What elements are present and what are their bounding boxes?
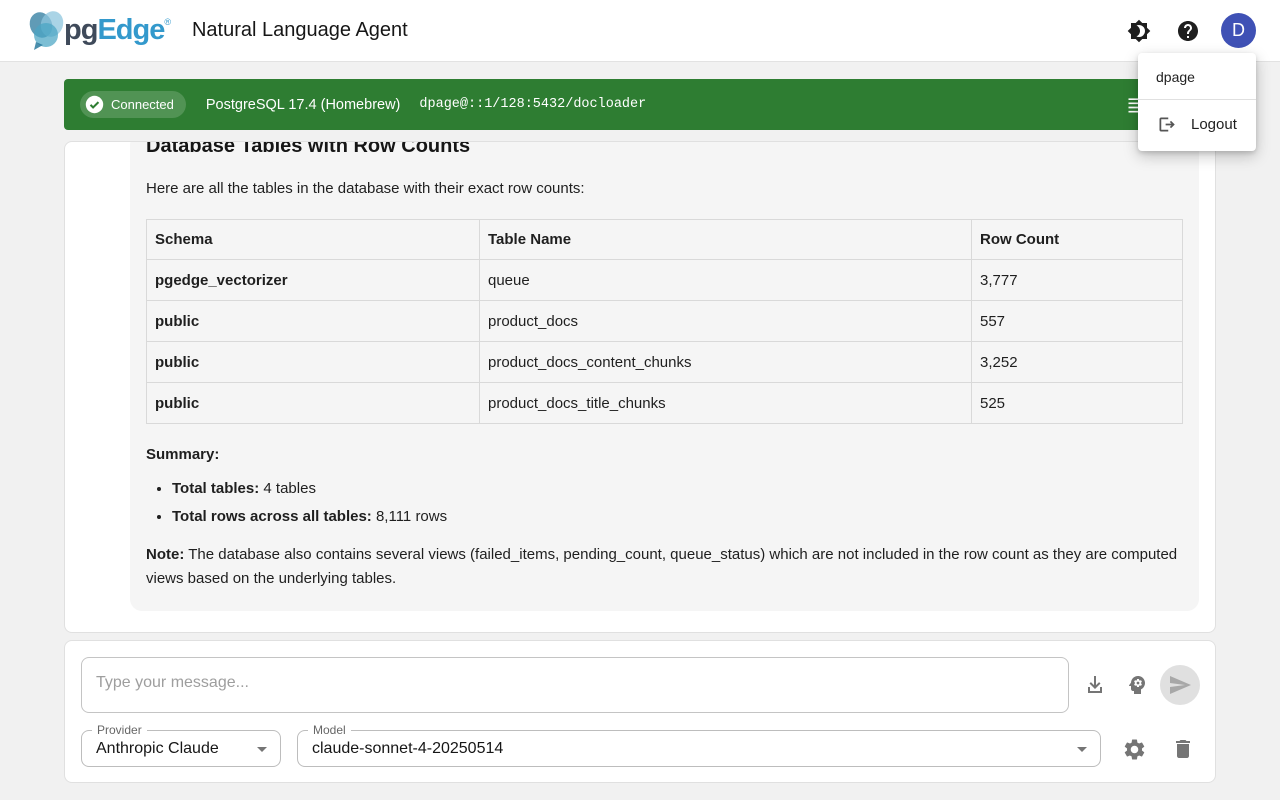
pgedge-wordmark: pgEdge®	[64, 14, 170, 47]
db-tables-table: Schema Table Name Row Count pgedge_vecto…	[146, 219, 1183, 424]
menu-item-username: dpage	[1138, 61, 1256, 93]
cell-row-count: 525	[972, 383, 1183, 424]
connected-badge: Connected	[80, 91, 186, 118]
cell-row-count: 557	[972, 301, 1183, 342]
model-select-label: Model	[308, 723, 351, 737]
model-select[interactable]: Model claude-sonnet-4-20250514	[297, 730, 1101, 767]
cell-schema: public	[147, 383, 480, 424]
download-chat-button[interactable]	[1079, 669, 1111, 701]
chevron-down-icon	[250, 737, 274, 761]
thinking-toggle-button[interactable]	[1121, 669, 1153, 701]
check-circle-icon	[85, 95, 104, 114]
server-version: PostgreSQL 17.4 (Homebrew)	[206, 97, 401, 113]
message-input[interactable]	[81, 657, 1069, 713]
summary-heading: Summary:	[146, 446, 1183, 463]
table-row: public product_docs_content_chunks 3,252	[147, 342, 1183, 383]
menu-divider	[1138, 99, 1256, 100]
cell-schema: public	[147, 342, 480, 383]
list-item: Total rows across all tables: 8,111 rows	[172, 503, 1183, 531]
model-select-value: claude-sonnet-4-20250514	[312, 740, 503, 758]
cell-schema: public	[147, 301, 480, 342]
app-header: pgEdge® Natural Language Agent D	[0, 0, 1280, 62]
assistant-message: Database Tables with Row Counts Here are…	[130, 141, 1199, 611]
settings-button[interactable]	[1118, 733, 1150, 765]
provider-select-value: Anthropic Claude	[96, 740, 219, 758]
cell-table-name: product_docs_title_chunks	[480, 383, 972, 424]
page-title: Natural Language Agent	[192, 19, 408, 42]
help-icon	[1176, 19, 1200, 43]
psychology-icon	[1125, 673, 1149, 697]
cell-table-name: product_docs_content_chunks	[480, 342, 972, 383]
column-header-table-name: Table Name	[480, 220, 972, 260]
trash-icon	[1171, 737, 1195, 761]
list-item: Total tables: 4 tables	[172, 475, 1183, 503]
chevron-down-icon	[1070, 737, 1094, 761]
help-button[interactable]	[1170, 13, 1206, 49]
summary-list: Total tables: 4 tables Total rows across…	[146, 475, 1183, 531]
send-icon	[1168, 673, 1192, 697]
connected-label: Connected	[111, 97, 174, 112]
cell-row-count: 3,777	[972, 260, 1183, 301]
brightness-icon	[1127, 19, 1151, 43]
message-note: Note: The database also contains several…	[146, 543, 1183, 591]
user-menu: dpage Logout	[1138, 53, 1256, 151]
theme-toggle-button[interactable]	[1121, 13, 1157, 49]
gear-icon	[1122, 737, 1147, 762]
message-intro: Here are all the tables in the database …	[146, 177, 1183, 201]
column-header-schema: Schema	[147, 220, 480, 260]
table-row: public product_docs 557	[147, 301, 1183, 342]
clear-chat-button[interactable]	[1167, 733, 1199, 765]
connection-status-bar: Connected PostgreSQL 17.4 (Homebrew) dpa…	[64, 79, 1216, 130]
cell-row-count: 3,252	[972, 342, 1183, 383]
table-row: pgedge_vectorizer queue 3,777	[147, 260, 1183, 301]
menu-item-logout[interactable]: Logout	[1138, 106, 1256, 143]
provider-select[interactable]: Provider Anthropic Claude	[81, 730, 281, 767]
download-icon	[1083, 673, 1107, 697]
cell-table-name: queue	[480, 260, 972, 301]
logout-label: Logout	[1191, 116, 1237, 133]
message-heading: Database Tables with Row Counts	[146, 141, 1183, 159]
chat-history-panel[interactable]: Database Tables with Row Counts Here are…	[64, 141, 1216, 633]
send-button[interactable]	[1160, 665, 1200, 705]
cell-schema: pgedge_vectorizer	[147, 260, 480, 301]
column-header-row-count: Row Count	[972, 220, 1183, 260]
connection-string: dpage@::1/128:5432/docloader	[419, 97, 646, 112]
provider-select-label: Provider	[92, 723, 147, 737]
pgedge-logo: pgEdge®	[24, 8, 170, 54]
table-row: public product_docs_title_chunks 525	[147, 383, 1183, 424]
table-header-row: Schema Table Name Row Count	[147, 220, 1183, 260]
user-avatar[interactable]: D	[1221, 13, 1256, 48]
cell-table-name: product_docs	[480, 301, 972, 342]
logout-icon	[1156, 114, 1177, 135]
composer-panel: Provider Anthropic Claude Model claude-s…	[64, 640, 1216, 783]
